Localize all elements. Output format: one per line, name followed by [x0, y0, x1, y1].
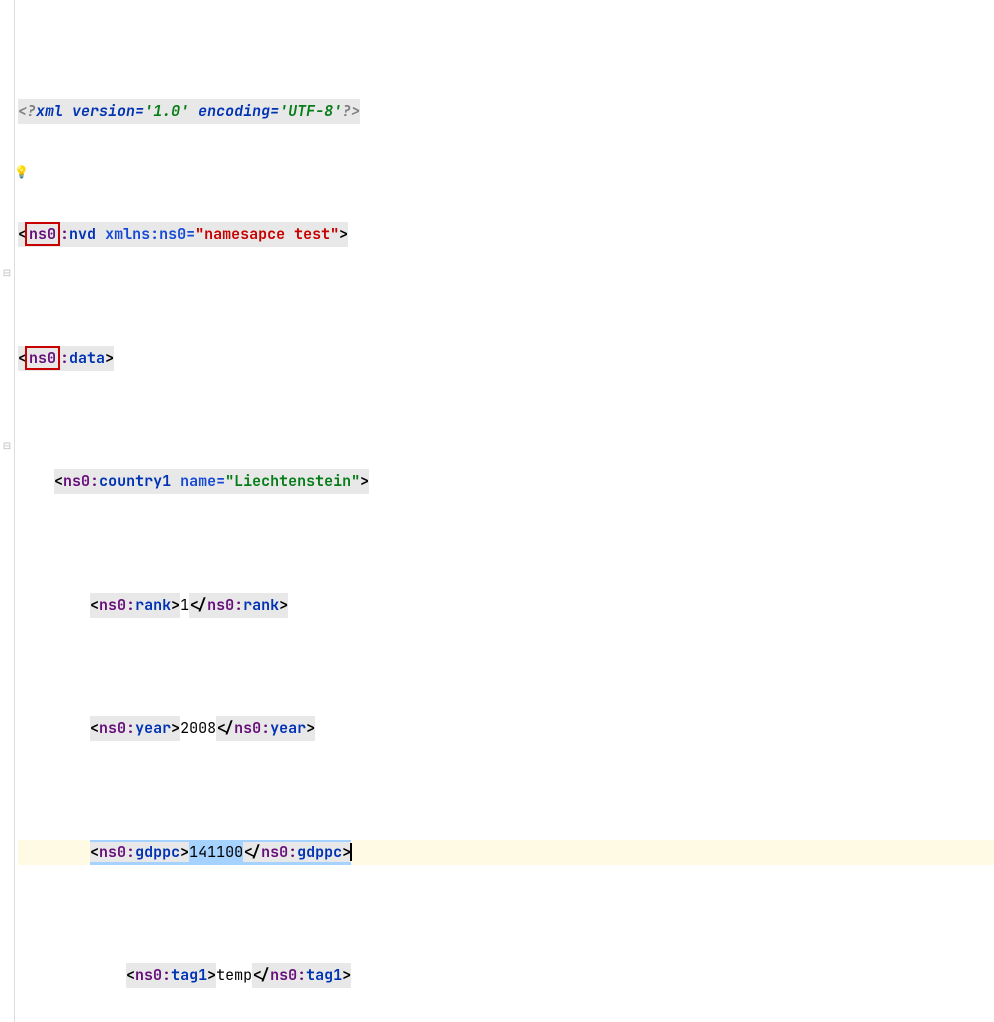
- code-line: <?xml version='1.0' encoding='UTF-8'?>: [18, 99, 994, 124]
- bulb-icon[interactable]: 💡: [14, 160, 28, 185]
- code-line: <ns0:rank>1</ns0:rank>: [18, 593, 994, 618]
- code-line: <ns0:country1 name="Liechtenstein">: [18, 469, 994, 494]
- code-line: <ns0:tag1>temp</ns0:tag1>: [18, 963, 994, 988]
- code-line: <ns0:data>: [18, 346, 994, 371]
- fold-icon[interactable]: ⊟: [0, 434, 14, 459]
- gutter: ⊟ ⊟: [0, 0, 15, 1022]
- code-line-highlighted: <ns0:gdppc>141100</ns0:gdppc>: [18, 840, 994, 865]
- ns-prefix: ns0: [29, 224, 56, 244]
- ns-prefix: ns0: [29, 348, 56, 368]
- code-line: <ns0:year>2008</ns0:year>: [18, 716, 994, 741]
- code-area[interactable]: <?xml version='1.0' encoding='UTF-8'?> <…: [18, 0, 994, 1022]
- caret: [350, 843, 352, 861]
- code-editor[interactable]: ⊟ ⊟ 💡 <?xml version='1.0' encoding='UTF-…: [0, 0, 994, 1022]
- code-line: <ns0:nvd xmlns:ns0="namesapce test">: [18, 222, 994, 247]
- fold-icon[interactable]: ⊟: [0, 261, 14, 286]
